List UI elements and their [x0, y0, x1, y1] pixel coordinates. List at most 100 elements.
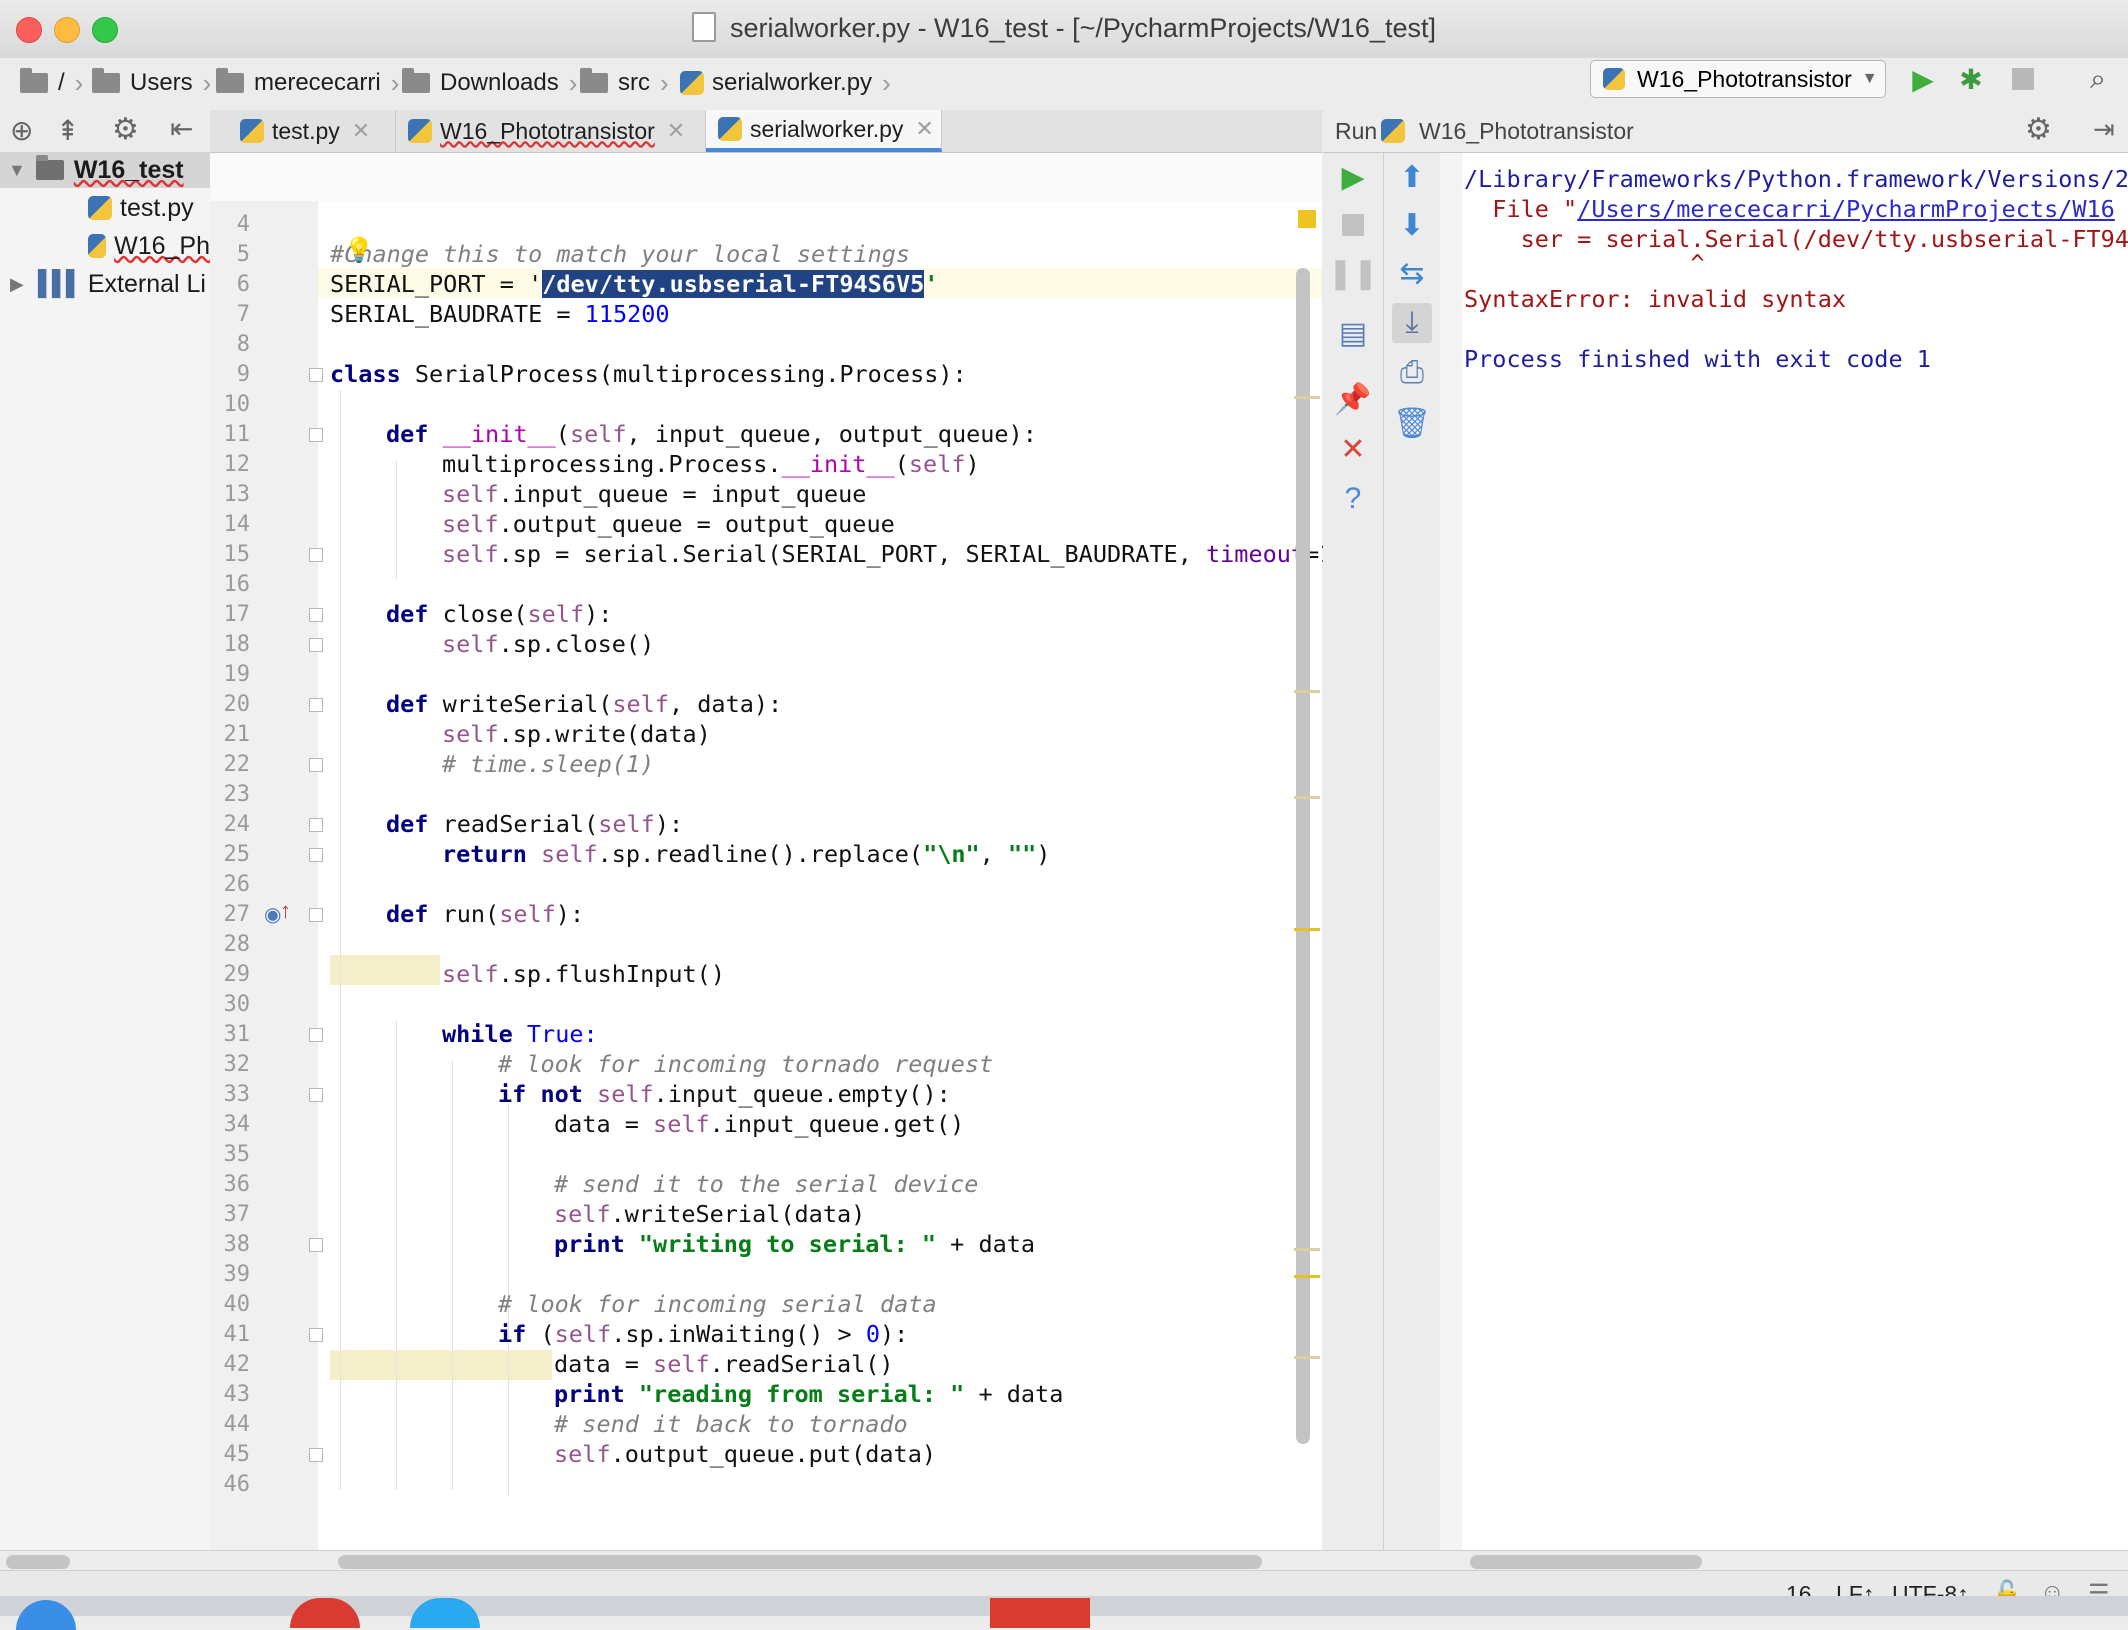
code-line-15: self.sp = serial.Serial(SERIAL_PORT, SER… [442, 540, 1334, 568]
help-icon[interactable]: ? [1333, 479, 1373, 519]
code-line-12: multiprocessing.Process.__init__(self) [442, 450, 980, 478]
fold-icon[interactable] [309, 848, 323, 862]
close-icon[interactable]: ✕ [667, 118, 685, 144]
macos-dock [0, 1596, 2128, 1630]
tree-item-root[interactable]: ▼ W16_test [0, 152, 210, 188]
breadcrumb-users[interactable]: Users › [92, 66, 211, 100]
fold-icon[interactable] [309, 698, 323, 712]
indent-guide [452, 1060, 453, 1490]
debug-icon[interactable]: ✱ [1953, 61, 1989, 97]
trash-icon[interactable]: 🗑 [1392, 403, 1432, 443]
code-line-38: print "writing to serial: " + data [554, 1230, 1036, 1258]
breadcrumb-src[interactable]: src › [580, 66, 669, 100]
close-icon[interactable]: ✕ [915, 116, 933, 142]
fold-icon[interactable] [309, 818, 323, 832]
run-config-label: W16_Phototransistor [1419, 118, 1634, 144]
fold-icon[interactable] [309, 1088, 323, 1102]
tree-item-w16-ph[interactable]: W16_Ph [0, 228, 210, 264]
line-number: 7 [236, 302, 250, 327]
fold-icon[interactable] [309, 638, 323, 652]
collapse-icon[interactable]: ⇞ [56, 114, 79, 147]
pause-icon[interactable]: ❚❚ [1328, 253, 1378, 293]
run-console[interactable]: /Library/Frameworks/Python.framework/Ver… [1462, 153, 2128, 1550]
scroll-marker [1294, 396, 1320, 399]
fold-icon[interactable] [309, 608, 323, 622]
rerun-icon[interactable]: ▶ [1333, 157, 1373, 197]
file-icon [692, 12, 716, 42]
fold-icon[interactable] [309, 1328, 323, 1342]
traceback-link[interactable]: /Users/merececarri/PycharmProjects/W16 [1577, 195, 2115, 223]
line-number: 38 [223, 1232, 251, 1257]
breadcrumb-merececarri[interactable]: merececarri › [216, 66, 399, 100]
pin-icon[interactable]: 📌 [1333, 379, 1373, 419]
tree-item-test-py[interactable]: test.py [0, 190, 210, 226]
python-file-icon [680, 71, 704, 95]
breadcrumb-serialworker[interactable]: serialworker.py › [680, 66, 891, 100]
soft-wrap-icon[interactable]: ⇆ [1392, 253, 1432, 293]
code-line-18: self.sp.close() [442, 630, 655, 658]
console-horizontal-scrollbar[interactable] [1470, 1555, 1702, 1569]
fold-icon[interactable] [309, 758, 323, 772]
breadcrumb-root[interactable]: / › [20, 66, 83, 100]
down-arrow-icon[interactable]: ⬇ [1392, 205, 1432, 245]
fold-icon[interactable] [309, 368, 323, 382]
editor-horizontal-scrollbar[interactable] [338, 1555, 1262, 1569]
chevron-down-icon: ▼ [8, 159, 26, 180]
code-line-14: self.output_queue = output_queue [442, 510, 895, 538]
safari-icon[interactable] [16, 1600, 76, 1630]
app-icon[interactable] [290, 1598, 360, 1628]
scroll-to-end-icon[interactable]: ⤓ [1392, 303, 1432, 343]
code-line-31: while True: [442, 1020, 598, 1048]
up-arrow-icon[interactable]: ⬆ [1392, 157, 1432, 197]
gear-icon[interactable]: ⚙ [112, 112, 139, 147]
line-number: 17 [223, 602, 251, 627]
app-icon[interactable] [410, 1598, 480, 1628]
fold-icon[interactable] [309, 428, 323, 442]
stop-icon[interactable] [2005, 61, 2041, 97]
search-icon[interactable]: ⌕ [2080, 61, 2116, 97]
tab-test-py[interactable]: test.py ✕ [228, 110, 396, 152]
override-marker-icon[interactable]: ◉ [264, 902, 281, 927]
target-icon[interactable]: ⊕ [10, 114, 33, 147]
fold-icon[interactable] [309, 1448, 323, 1462]
inspection-status-icon[interactable] [1298, 210, 1316, 228]
fold-icon[interactable] [309, 1028, 323, 1042]
close-icon[interactable]: ✕ [1333, 429, 1373, 469]
tree-item-external-libs[interactable]: ▶ ▌▌▌ External Li [0, 266, 210, 302]
tab-serialworker-py[interactable]: serialworker.py ✕ [706, 110, 942, 152]
run-configuration-select[interactable]: W16_Phototransistor ▼ [1590, 60, 1886, 98]
breadcrumb-downloads[interactable]: Downloads › [402, 66, 577, 100]
project-tree: ▼ W16_test test.py W16_Ph ▶ ▌▌▌ External… [0, 152, 211, 1550]
code-line-7: SERIAL_BAUDRATE = 115200 [330, 300, 670, 328]
project-horizontal-scrollbar[interactable] [6, 1555, 70, 1569]
fold-icon[interactable] [309, 548, 323, 562]
python-file-icon [88, 196, 112, 220]
stop-icon[interactable] [1333, 205, 1373, 245]
hide-panel-icon[interactable]: ⇤ [170, 112, 193, 145]
python-file-icon [240, 119, 264, 143]
close-icon[interactable]: ✕ [352, 118, 370, 144]
editor-vertical-scrollbar[interactable] [1296, 268, 1310, 1444]
line-number: 10 [223, 392, 251, 417]
calendar-icon[interactable] [990, 1598, 1090, 1628]
line-number: 32 [223, 1052, 251, 1077]
line-number: 6 [236, 272, 250, 297]
fold-icon[interactable] [309, 1238, 323, 1252]
code-line-42: data = self.readSerial() [554, 1350, 894, 1378]
run-icon[interactable]: ▶ [1905, 61, 1941, 97]
scroll-marker [1294, 690, 1320, 693]
layout-icon[interactable]: ▤ [1333, 313, 1373, 353]
code-line-43: print "reading from serial: " + data [554, 1380, 1064, 1408]
gear-icon[interactable]: ⚙ [2025, 112, 2052, 147]
lightbulb-icon[interactable]: 💡 [344, 236, 374, 265]
console-gutter [1440, 153, 1462, 1550]
console-error-line: SyntaxError: invalid syntax [1464, 285, 1847, 313]
project-toolbar: ⊕ ⇞ ⚙ ⇤ [0, 110, 210, 153]
line-number: 30 [223, 992, 251, 1017]
print-icon[interactable]: ⎙ [1392, 353, 1432, 393]
hide-panel-icon[interactable]: ⇥ [2093, 114, 2115, 145]
line-number: 44 [223, 1412, 251, 1437]
tab-w16-phototransistor[interactable]: W16_Phototransistor ✕ [396, 110, 706, 152]
code-line-29: self.sp.flushInput() [442, 960, 725, 988]
fold-icon[interactable] [309, 908, 323, 922]
